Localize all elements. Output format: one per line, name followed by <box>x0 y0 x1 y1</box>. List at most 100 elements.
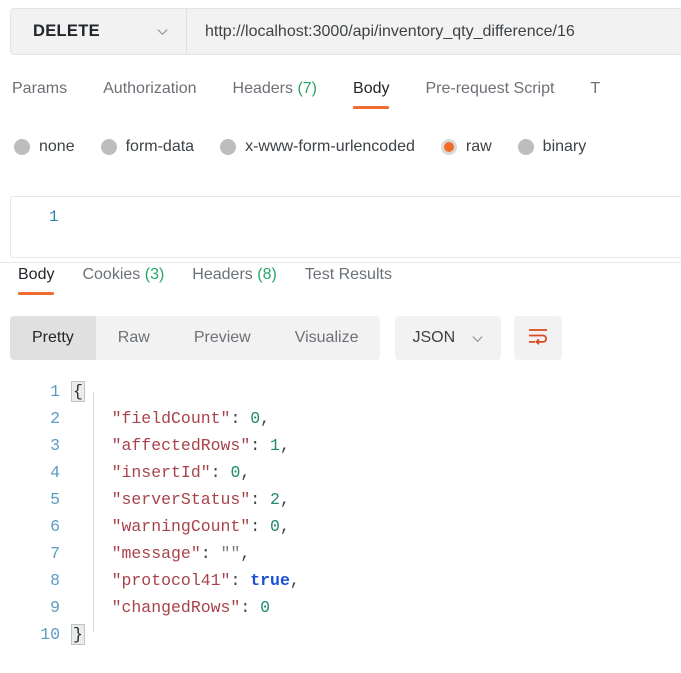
code-line-number: 7 <box>50 544 60 563</box>
code-line-text: { <box>71 381 85 402</box>
chevron-down-icon <box>471 332 484 345</box>
code-line: 7 "message": "", <box>0 540 681 567</box>
response-view-mode-group: Pretty Raw Preview Visualize <box>10 316 381 360</box>
code-line: 4 "insertId": 0, <box>0 459 681 486</box>
tab-params[interactable]: Params <box>12 80 67 109</box>
http-method-select[interactable]: DELETE <box>11 9 187 54</box>
code-token-p: : <box>250 436 271 455</box>
request-body-editor[interactable]: 1 <box>10 196 681 258</box>
code-token-p: , <box>279 436 290 455</box>
view-mode-raw-label: Raw <box>117 329 150 346</box>
view-mode-visualize[interactable]: Visualize <box>273 316 381 360</box>
code-token-p: : <box>250 517 271 536</box>
response-format-label: JSON <box>412 329 456 346</box>
tab-body-label: Body <box>353 80 390 97</box>
view-mode-visualize-label: Visualize <box>294 329 359 346</box>
response-tab-cookies[interactable]: Cookies (3) <box>82 266 164 295</box>
code-token-str: "" <box>220 544 241 563</box>
code-token-num: 0 <box>260 598 271 617</box>
tab-pre-request-script-label: Pre-request Script <box>425 80 555 97</box>
view-mode-pretty[interactable]: Pretty <box>10 316 96 360</box>
code-token-k: "fieldCount" <box>72 409 231 428</box>
code-line-text: "warningCount": 0, <box>72 517 290 536</box>
response-tab-headers[interactable]: Headers (8) <box>192 266 277 295</box>
tab-tests-label: T <box>590 80 601 97</box>
code-line: 1{ <box>0 378 681 405</box>
code-line-text: } <box>71 624 85 645</box>
response-tab-cookies-count: (3) <box>144 266 165 283</box>
code-token-p: : <box>200 544 221 563</box>
code-token-num: 0 <box>230 463 241 482</box>
response-tab-body[interactable]: Body <box>18 266 55 295</box>
response-tab-cookies-label: Cookies <box>82 266 141 283</box>
code-token-p: : <box>230 409 251 428</box>
code-line: 10} <box>0 621 681 648</box>
view-mode-preview-label: Preview <box>193 329 251 346</box>
body-type-raw[interactable]: raw <box>440 138 492 156</box>
radio-icon-binary <box>517 139 534 155</box>
body-type-form-data-label: form-data <box>125 138 195 155</box>
body-type-none[interactable]: none <box>14 138 75 156</box>
tab-authorization[interactable]: Authorization <box>103 80 196 109</box>
code-line-number: 6 <box>50 517 60 536</box>
code-line: 8 "protocol41": true, <box>0 567 681 594</box>
code-token-k: "serverStatus" <box>72 490 251 509</box>
tab-headers-label: Headers <box>232 80 293 97</box>
body-type-binary[interactable]: binary <box>517 138 587 156</box>
word-wrap-toggle-button[interactable] <box>514 316 563 360</box>
code-line-text: "fieldCount": 0, <box>72 409 270 428</box>
code-token-num: 2 <box>270 490 280 509</box>
code-line-number: 1 <box>50 382 60 401</box>
code-token-p: , <box>240 544 251 563</box>
view-mode-preview[interactable]: Preview <box>172 316 273 360</box>
code-token-p: : <box>250 490 271 509</box>
view-mode-pretty-label: Pretty <box>32 329 74 346</box>
request-editor-line-number: 1 <box>49 208 59 226</box>
tab-body[interactable]: Body <box>353 80 390 109</box>
body-type-binary-label: binary <box>542 138 587 155</box>
request-url-input[interactable]: http://localhost:3000/api/inventory_qty_… <box>187 9 681 54</box>
response-tabs: Body Cookies (3) Headers (8) Test Result… <box>4 266 406 295</box>
tab-tests[interactable]: T <box>590 80 600 109</box>
code-token-num: 1 <box>270 436 280 455</box>
code-token-k: "message" <box>72 544 201 563</box>
response-tab-test-results-label: Test Results <box>304 266 392 283</box>
code-token-p: , <box>279 490 290 509</box>
code-token-k: "protocol41" <box>72 571 231 590</box>
body-type-urlencoded-label: x-www-form-urlencoded <box>245 138 415 155</box>
code-token-brace: { <box>71 381 85 402</box>
code-token-k: "insertId" <box>72 463 211 482</box>
body-type-none-label: none <box>39 138 75 155</box>
view-mode-raw[interactable]: Raw <box>96 316 172 360</box>
code-token-brace: } <box>71 624 85 645</box>
code-line-number: 5 <box>50 490 60 509</box>
code-token-p: , <box>289 571 300 590</box>
tab-authorization-label: Authorization <box>103 80 197 97</box>
code-token-k: "changedRows" <box>72 598 241 617</box>
code-line-number: 2 <box>50 409 60 428</box>
radio-icon-urlencoded <box>220 139 237 155</box>
tab-pre-request-script[interactable]: Pre-request Script <box>425 80 554 109</box>
code-line-text: "serverStatus": 2, <box>72 490 290 509</box>
body-type-radio-group: none form-data x-www-form-urlencoded raw… <box>14 138 612 156</box>
code-line-text: "changedRows": 0 <box>72 598 270 617</box>
code-token-k: "warningCount" <box>72 517 251 536</box>
response-view-toolbar: Pretty Raw Preview Visualize JSON <box>10 316 563 360</box>
code-token-bool: true <box>250 571 290 590</box>
response-format-select[interactable]: JSON <box>395 316 502 360</box>
code-line-number: 8 <box>50 571 60 590</box>
code-token-p: : <box>230 571 251 590</box>
code-line-number: 10 <box>40 625 60 644</box>
response-tab-test-results[interactable]: Test Results <box>305 266 392 295</box>
code-line-text: "protocol41": true, <box>72 571 300 590</box>
response-body-code[interactable]: 1{2 "fieldCount": 0, 3 "affectedRows": 1,… <box>0 378 681 668</box>
code-line: 6 "warningCount": 0, <box>0 513 681 540</box>
body-type-form-data[interactable]: form-data <box>100 138 195 156</box>
response-tab-headers-count: (8) <box>257 266 277 283</box>
radio-icon-none <box>14 139 30 155</box>
code-line-text: "insertId": 0, <box>72 463 251 482</box>
body-type-urlencoded[interactable]: x-www-form-urlencoded <box>220 138 415 156</box>
tab-headers[interactable]: Headers (7) <box>233 80 318 109</box>
code-line-text: "message": "", <box>72 544 251 563</box>
code-line-number: 9 <box>50 598 60 617</box>
